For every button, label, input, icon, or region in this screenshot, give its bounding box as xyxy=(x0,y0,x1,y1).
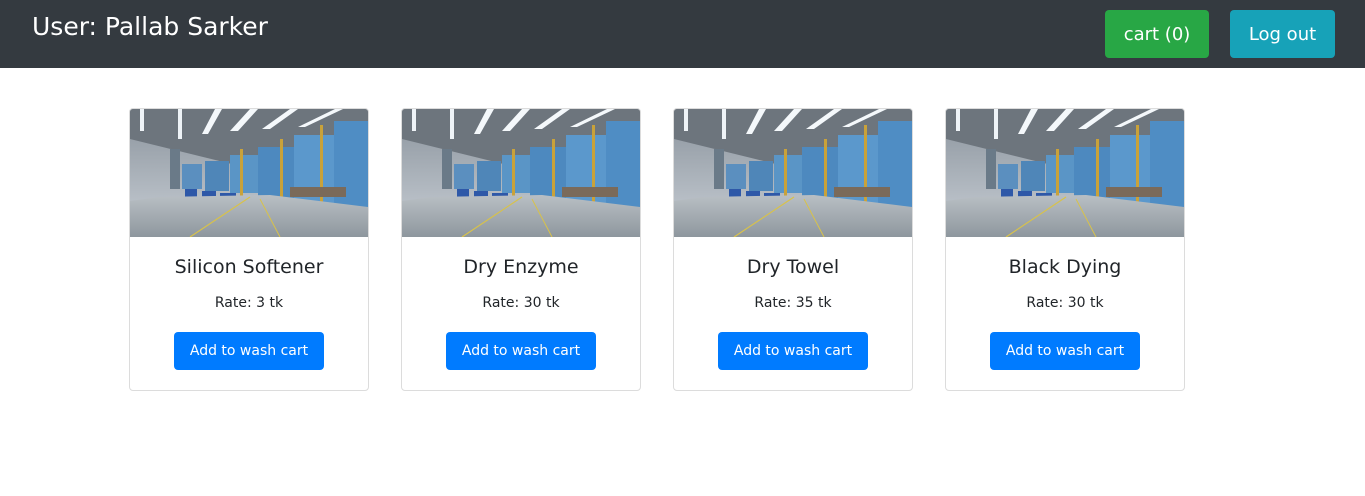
add-to-wash-cart-button[interactable]: Add to wash cart xyxy=(446,332,596,370)
product-image xyxy=(674,109,912,237)
product-name: Black Dying xyxy=(1008,256,1122,278)
add-to-wash-cart-button[interactable]: Add to wash cart xyxy=(718,332,868,370)
logout-button[interactable]: Log out xyxy=(1230,10,1335,58)
product-name: Dry Enzyme xyxy=(463,256,579,278)
product-name: Dry Towel xyxy=(746,256,840,278)
product-name: Silicon Softener xyxy=(174,256,324,278)
product-image xyxy=(402,109,640,237)
cart-button[interactable]: cart (0) xyxy=(1105,10,1209,58)
product-image xyxy=(130,109,368,237)
product-rate: Rate: 35 tk xyxy=(754,295,832,311)
product-rate: Rate: 30 tk xyxy=(482,295,560,311)
product-rate: Rate: 30 tk xyxy=(1026,295,1104,311)
add-to-wash-cart-button[interactable]: Add to wash cart xyxy=(174,332,324,370)
user-name-title: User: Pallab Sarker xyxy=(32,12,268,41)
product-card: Black Dying Rate: 30 tk Add to wash cart xyxy=(945,108,1185,391)
product-rate: Rate: 3 tk xyxy=(214,295,284,311)
product-image xyxy=(946,109,1184,237)
product-card: Dry Enzyme Rate: 30 tk Add to wash cart xyxy=(401,108,641,391)
top-navbar: User: Pallab Sarker cart (0) Log out xyxy=(0,0,1365,68)
product-card: Silicon Softener Rate: 3 tk Add to wash … xyxy=(129,108,369,391)
add-to-wash-cart-button[interactable]: Add to wash cart xyxy=(990,332,1140,370)
product-card: Dry Towel Rate: 35 tk Add to wash cart xyxy=(673,108,913,391)
